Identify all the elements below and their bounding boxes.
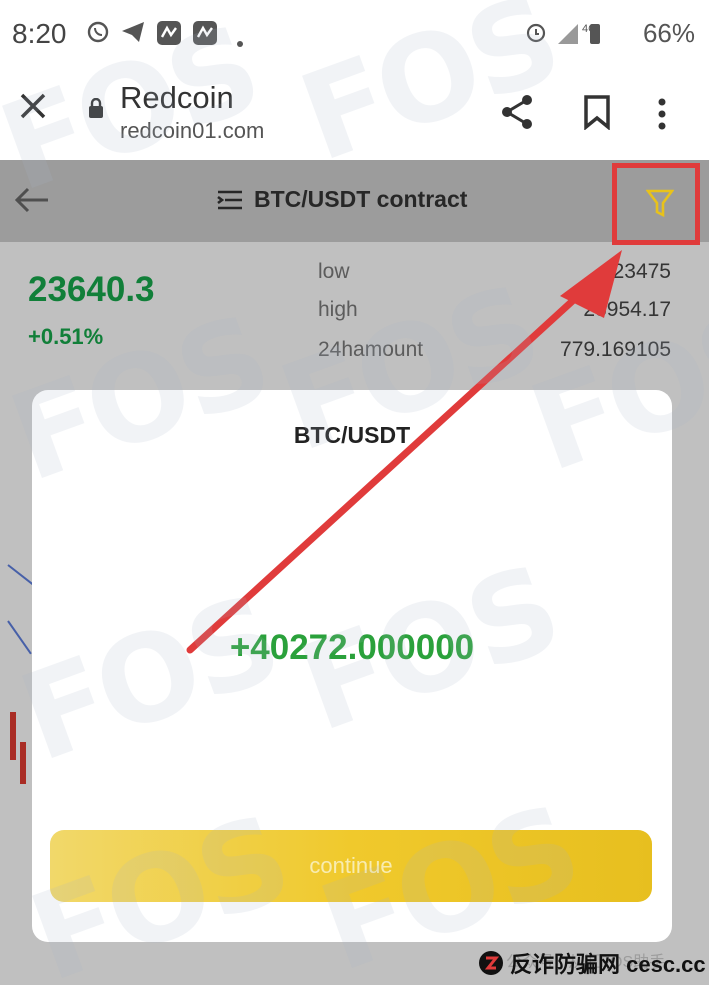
continue-button[interactable]: continue [50, 830, 652, 902]
footer-watermark: 反诈防骗网 cesc.cc [478, 946, 706, 980]
site-title: Redcoin [120, 80, 234, 115]
bookmark-icon[interactable] [582, 94, 612, 131]
whatsapp-icon [86, 20, 110, 50]
footer-text: 反诈防骗网 cesc.cc [510, 952, 706, 977]
status-bar: 8:20 4G 66% [0, 0, 709, 70]
lock-icon [88, 97, 104, 118]
profit-amount: +40272.000000 [229, 628, 475, 667]
dot-icon [236, 28, 244, 54]
filter-icon[interactable] [645, 188, 675, 218]
site-url[interactable]: redcoin01.com [120, 118, 264, 144]
app-icon [156, 20, 182, 52]
status-time: 8:20 [12, 18, 67, 49]
telegram-icon [120, 20, 146, 50]
more-options-icon[interactable] [652, 94, 672, 134]
app-icon [192, 20, 218, 52]
site-logo-icon [478, 950, 504, 976]
signal-icon: 4G [556, 20, 612, 52]
battery-percent: 66% [642, 18, 695, 48]
dialog-title: BTC/USDT [293, 422, 411, 448]
alarm-icon [524, 20, 548, 50]
result-dialog: BTC/USDT +40272.000000 continue [32, 390, 672, 942]
close-button[interactable] [18, 90, 48, 128]
share-icon[interactable] [497, 92, 537, 132]
browser-bar: Redcoin redcoin01.com [0, 70, 709, 160]
